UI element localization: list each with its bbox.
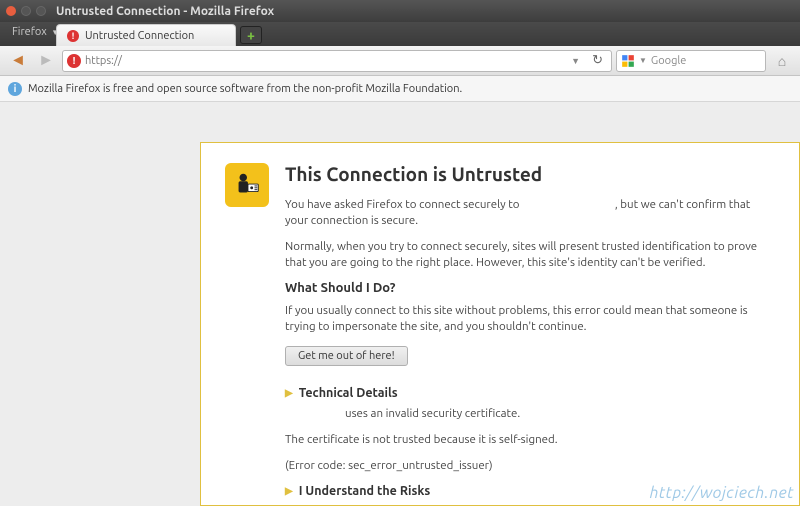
identity-warning-icon[interactable]: ! <box>67 54 81 68</box>
new-tab-button[interactable]: + <box>240 26 262 44</box>
watermark-text: http://wojciech.net <box>650 484 794 502</box>
technical-details-expander[interactable]: ▶ Technical Details <box>285 386 775 400</box>
warning-favicon-icon: ! <box>67 30 79 42</box>
forward-button[interactable]: ► <box>34 50 58 72</box>
triangle-right-icon: ▶ <box>285 485 293 497</box>
window-controls <box>6 6 46 16</box>
info-message: Mozilla Firefox is free and open source … <box>28 83 462 95</box>
search-bar[interactable]: ▼ Google <box>616 50 766 72</box>
navigation-toolbar: ◄ ► ! https:// ▼ ↻ ▼ Google ⌂ <box>0 46 800 76</box>
tab-untrusted-connection[interactable]: ! Untrusted Connection <box>56 24 236 46</box>
tech-line-1: uses an invalid security certificate. <box>345 406 775 422</box>
home-button[interactable]: ⌂ <box>770 53 794 69</box>
window-title: Untrusted Connection - Mozilla Firefox <box>56 5 274 18</box>
window-minimize-button[interactable] <box>21 6 31 16</box>
urlbar-dropdown-icon[interactable]: ▼ <box>567 56 584 66</box>
what-should-i-do-heading: What Should I Do? <box>285 281 775 295</box>
error-paragraph-3: If you usually connect to this site with… <box>285 303 775 335</box>
error-p1-part-a: You have asked Firefox to connect secure… <box>285 198 522 211</box>
error-paragraph-1: You have asked Firefox to connect secure… <box>285 197 775 229</box>
tech-line-3: (Error code: sec_error_untrusted_issuer) <box>285 458 775 474</box>
window-close-button[interactable] <box>6 6 16 16</box>
url-bar[interactable]: ! https:// ▼ ↻ <box>62 50 612 72</box>
get-me-out-label: Get me out of here! <box>298 350 395 362</box>
passport-officer-warning-icon <box>225 163 269 207</box>
tab-label: Untrusted Connection <box>85 30 194 42</box>
search-placeholder: Google <box>651 55 686 67</box>
tab-strip: ! Untrusted Connection + <box>0 22 800 46</box>
untrusted-connection-card: This Connection is Untrusted You have as… <box>200 142 800 506</box>
error-text-block: This Connection is Untrusted You have as… <box>285 163 775 504</box>
triangle-right-icon: ▶ <box>285 387 293 399</box>
get-me-out-button[interactable]: Get me out of here! <box>285 346 408 366</box>
understand-risks-label: I Understand the Risks <box>299 484 431 498</box>
error-paragraph-2: Normally, when you try to connect secure… <box>285 239 775 271</box>
google-engine-icon <box>621 54 635 68</box>
info-icon: i <box>8 82 22 96</box>
tech-line-2: The certificate is not trusted because i… <box>285 432 775 448</box>
back-button[interactable]: ◄ <box>6 50 30 72</box>
firefox-menu-label: Firefox <box>12 26 47 38</box>
content-area: This Connection is Untrusted You have as… <box>0 100 800 506</box>
reload-button[interactable]: ↻ <box>588 53 607 68</box>
error-heading: This Connection is Untrusted <box>285 163 775 185</box>
window-maximize-button[interactable] <box>36 6 46 16</box>
info-bar: i Mozilla Firefox is free and open sourc… <box>0 76 800 102</box>
chevron-down-icon[interactable]: ▼ <box>639 56 647 65</box>
url-text: https:// <box>85 55 563 67</box>
technical-details-label: Technical Details <box>299 386 398 400</box>
window-titlebar: Untrusted Connection - Mozilla Firefox <box>0 0 800 22</box>
